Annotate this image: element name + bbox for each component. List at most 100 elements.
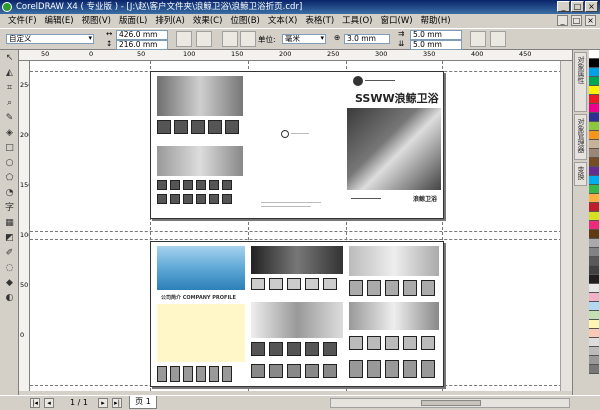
color-swatch[interactable]: [589, 95, 599, 104]
color-swatch[interactable]: [589, 239, 599, 248]
doc-restore-button[interactable]: □: [571, 15, 582, 26]
color-swatch[interactable]: [589, 347, 599, 356]
table-tool-icon[interactable]: ▦: [3, 217, 16, 230]
color-swatch[interactable]: [589, 284, 599, 293]
page-tab[interactable]: 页 1: [129, 396, 157, 409]
color-swatch[interactable]: [589, 266, 599, 275]
docker-tab-object-manager[interactable]: 对象管理器: [574, 114, 587, 160]
color-swatch[interactable]: [589, 203, 599, 212]
basic-shapes-icon[interactable]: ◔: [3, 187, 16, 200]
fill-tool-icon[interactable]: ◆: [3, 277, 16, 290]
color-swatch[interactable]: [589, 302, 599, 311]
duplicate-y-field[interactable]: 5.0 mm: [410, 40, 462, 50]
color-swatch[interactable]: [589, 329, 599, 338]
color-swatch[interactable]: [589, 149, 599, 158]
menu-tools[interactable]: 工具(O): [338, 14, 376, 28]
last-page-icon[interactable]: ▸|: [112, 398, 122, 408]
menu-view[interactable]: 视图(V): [78, 14, 115, 28]
duplicate-x-field[interactable]: 5.0 mm: [410, 30, 462, 40]
polygon-tool-icon[interactable]: ⬠: [3, 172, 16, 185]
doc-minimize-button[interactable]: _: [557, 15, 568, 26]
color-swatch[interactable]: [589, 77, 599, 86]
horizontal-scroll-thumb[interactable]: [421, 400, 481, 406]
guide-line[interactable]: [30, 231, 572, 232]
unit-select[interactable]: 毫米: [282, 34, 326, 44]
smart-fill-icon[interactable]: ◈: [3, 127, 16, 140]
menu-window[interactable]: 窗口(W): [377, 14, 417, 28]
brochure-outside-page[interactable]: SSWW浪鲸卫浴 浪鲸卫浴: [150, 71, 444, 219]
menu-help[interactable]: 帮助(H): [417, 14, 455, 28]
first-page-icon[interactable]: |◂: [30, 398, 40, 408]
ellipse-tool-icon[interactable]: ○: [3, 157, 16, 170]
snap-options-icon[interactable]: [470, 31, 486, 47]
color-swatch[interactable]: [589, 365, 599, 374]
menu-file[interactable]: 文件(F): [4, 14, 41, 28]
color-swatch[interactable]: [589, 113, 599, 122]
eyedropper-tool-icon[interactable]: ✐: [3, 247, 16, 260]
color-swatch[interactable]: [589, 275, 599, 284]
color-swatch[interactable]: [589, 86, 599, 95]
docker-tab-object-properties[interactable]: 对象属性: [574, 52, 587, 112]
color-swatch[interactable]: [589, 356, 599, 365]
interactive-tool-icon[interactable]: ◩: [3, 232, 16, 245]
options-icon[interactable]: [490, 31, 506, 47]
docker-tab-transform[interactable]: 变换: [574, 162, 587, 186]
color-swatch[interactable]: [589, 194, 599, 203]
color-swatch[interactable]: [589, 257, 599, 266]
menu-effects[interactable]: 效果(C): [189, 14, 227, 28]
prev-page-icon[interactable]: ◂: [44, 398, 54, 408]
color-swatch[interactable]: [589, 122, 599, 131]
paper-preset-select[interactable]: 自定义: [6, 34, 94, 44]
current-page-icon[interactable]: [240, 31, 256, 47]
page-width-field[interactable]: 426.0 mm: [116, 30, 168, 40]
guide-line[interactable]: [30, 239, 572, 240]
color-swatch[interactable]: [589, 59, 599, 68]
close-button[interactable]: ×: [585, 1, 598, 12]
outline-tool-icon[interactable]: ◌: [3, 262, 16, 275]
doc-close-button[interactable]: ×: [585, 15, 596, 26]
color-swatch[interactable]: [589, 320, 599, 329]
color-swatch[interactable]: [589, 248, 599, 257]
zoom-tool-icon[interactable]: ⌕: [3, 97, 16, 110]
pick-tool-icon[interactable]: ↖: [3, 52, 16, 65]
color-swatch[interactable]: [589, 230, 599, 239]
color-swatch[interactable]: [589, 50, 599, 59]
freehand-tool-icon[interactable]: ✎: [3, 112, 16, 125]
menu-bitmaps[interactable]: 位图(B): [226, 14, 263, 28]
color-swatch[interactable]: [589, 338, 599, 347]
vertical-scrollbar[interactable]: [560, 61, 572, 391]
color-swatch[interactable]: [589, 185, 599, 194]
horizontal-scrollbar[interactable]: [330, 398, 570, 408]
vertical-ruler[interactable]: 250 200 150 100 50 0: [19, 61, 30, 391]
color-swatch[interactable]: [589, 293, 599, 302]
minimize-button[interactable]: _: [557, 1, 570, 12]
menu-text[interactable]: 文本(X): [264, 14, 301, 28]
maximize-button[interactable]: □: [571, 1, 584, 12]
text-tool-icon[interactable]: 字: [3, 202, 16, 215]
landscape-icon[interactable]: [196, 31, 212, 47]
color-swatch[interactable]: [589, 140, 599, 149]
portrait-icon[interactable]: [176, 31, 192, 47]
all-pages-icon[interactable]: [222, 31, 238, 47]
page-height-field[interactable]: 216.0 mm: [116, 40, 168, 50]
crop-tool-icon[interactable]: ⌗: [3, 82, 16, 95]
color-swatch[interactable]: [589, 68, 599, 77]
menu-arrange[interactable]: 排列(A): [151, 14, 188, 28]
menu-table[interactable]: 表格(T): [301, 14, 338, 28]
horizontal-ruler[interactable]: 50 0 50 100 150 200 250 300 350 400 450: [19, 50, 572, 61]
color-swatch[interactable]: [589, 176, 599, 185]
brochure-inside-page[interactable]: 公司简介 COMPANY PROFILE: [150, 241, 444, 387]
color-swatch[interactable]: [589, 158, 599, 167]
color-swatch[interactable]: [589, 311, 599, 320]
color-swatch[interactable]: [589, 212, 599, 221]
drawing-canvas[interactable]: SSWW浪鲸卫浴 浪鲸卫浴 公司简介 COMPANY PROFILE: [30, 61, 572, 391]
color-swatch[interactable]: [589, 104, 599, 113]
shape-tool-icon[interactable]: ◭: [3, 67, 16, 80]
nudge-distance-field[interactable]: 3.0 mm: [344, 34, 390, 44]
menu-layout[interactable]: 版面(L): [115, 14, 151, 28]
menu-edit[interactable]: 编辑(E): [41, 14, 78, 28]
rectangle-tool-icon[interactable]: □: [3, 142, 16, 155]
color-swatch[interactable]: [589, 167, 599, 176]
interactive-fill-icon[interactable]: ◐: [3, 292, 16, 305]
color-swatch[interactable]: [589, 221, 599, 230]
